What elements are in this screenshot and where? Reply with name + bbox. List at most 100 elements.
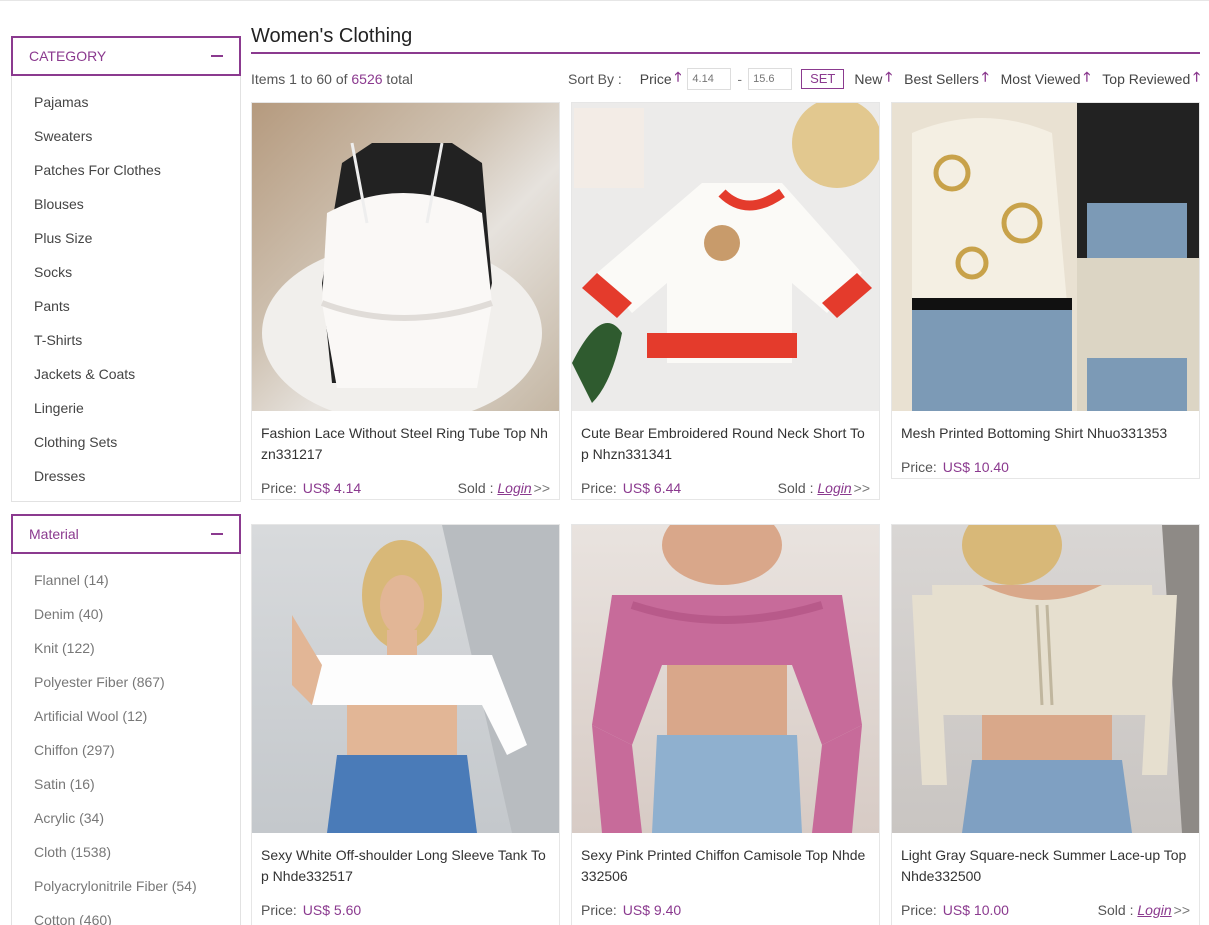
price-label: Price: xyxy=(901,459,937,475)
arrow-up-icon: 🡑 xyxy=(885,69,893,84)
sort-price[interactable]: Price 🡑 xyxy=(640,68,682,90)
main-content: Women's Clothing Items 1 to 60 of 6526 t… xyxy=(251,20,1200,925)
category-item-dresses[interactable]: Dresses xyxy=(12,459,240,493)
product-name[interactable]: Sexy Pink Printed Chiffon Camisole Top N… xyxy=(572,833,879,899)
category-item-clothing-sets[interactable]: Clothing Sets xyxy=(12,425,240,459)
collapse-icon[interactable] xyxy=(211,55,223,57)
product-meta: Price: US$ 5.60 xyxy=(252,899,559,921)
product-price: Price: US$ 4.14 xyxy=(261,480,361,496)
chevron-right-icon: >> xyxy=(853,480,870,496)
category-item-plus-size[interactable]: Plus Size xyxy=(12,221,240,255)
arrow-up-icon: 🡑 xyxy=(1193,69,1200,84)
product-card: Sexy Pink Printed Chiffon Camisole Top N… xyxy=(571,524,880,925)
material-item-polyacrylonitrile-fiber[interactable]: Polyacrylonitrile Fiber (54) xyxy=(12,869,240,903)
product-image[interactable] xyxy=(252,103,559,411)
sort-label: Sort By : xyxy=(568,71,622,87)
sort-best-sellers[interactable]: Best Sellers 🡑 xyxy=(904,68,988,90)
price-set-button[interactable]: SET xyxy=(801,69,845,89)
sort-most-viewed-label: Most Viewed xyxy=(1000,71,1081,87)
product-image[interactable] xyxy=(572,103,879,411)
category-panel-header[interactable]: CATEGORY xyxy=(11,36,241,76)
material-item-knit[interactable]: Knit (122) xyxy=(12,631,240,665)
price-label: Price: xyxy=(901,902,937,918)
material-item-denim[interactable]: Denim (40) xyxy=(12,597,240,631)
sort-top-reviewed-label: Top Reviewed xyxy=(1102,71,1191,87)
product-price: Price: US$ 9.40 xyxy=(581,902,681,918)
product-name[interactable]: Sexy White Off-shoulder Long Sleeve Tank… xyxy=(252,833,559,899)
product-card: Sexy White Off-shoulder Long Sleeve Tank… xyxy=(251,524,560,925)
sold-label: Sold : xyxy=(777,480,814,496)
product-name[interactable]: Light Gray Square-neck Summer Lace-up To… xyxy=(892,833,1199,899)
product-name[interactable]: Fashion Lace Without Steel Ring Tube Top… xyxy=(252,411,559,477)
material-panel-title: Material xyxy=(29,526,79,542)
price-label: Price: xyxy=(261,480,297,496)
product-card: Light Gray Square-neck Summer Lace-up To… xyxy=(891,524,1200,925)
product-price: Price: US$ 10.00 xyxy=(901,902,1009,918)
material-item-artificial-wool[interactable]: Artificial Wool (12) xyxy=(12,699,240,733)
material-item-acrylic[interactable]: Acrylic (34) xyxy=(12,801,240,835)
top-divider xyxy=(0,0,1209,1)
material-item-cotton[interactable]: Cotton (460) xyxy=(12,903,240,925)
product-name[interactable]: Cute Bear Embroidered Round Neck Short T… xyxy=(572,411,879,477)
category-item-jackets-coats[interactable]: Jackets & Coats xyxy=(12,357,240,391)
category-item-pants[interactable]: Pants xyxy=(12,289,240,323)
material-panel: Material Flannel (14) Denim (40) Knit (1… xyxy=(11,514,241,925)
product-image[interactable] xyxy=(892,103,1199,411)
product-name[interactable]: Mesh Printed Bottoming Shirt Nhuo331353 xyxy=(892,411,1199,456)
login-link[interactable]: Login xyxy=(817,480,851,496)
category-item-blouses[interactable]: Blouses xyxy=(12,187,240,221)
login-link[interactable]: Login xyxy=(497,480,531,496)
price-max-input[interactable] xyxy=(748,68,793,90)
category-panel-title: CATEGORY xyxy=(29,48,107,64)
login-link[interactable]: Login xyxy=(1137,902,1171,918)
items-total: 6526 xyxy=(351,71,383,87)
material-item-cloth[interactable]: Cloth (1538) xyxy=(12,835,240,869)
arrow-up-icon: 🡑 xyxy=(674,69,682,84)
sold-info: Sold : Login >> xyxy=(458,480,550,496)
category-item-lingerie[interactable]: Lingerie xyxy=(12,391,240,425)
arrow-up-icon: 🡑 xyxy=(1083,69,1091,84)
items-count-suffix: total xyxy=(382,71,413,87)
price-value: US$ 5.60 xyxy=(302,902,362,918)
chevron-right-icon: >> xyxy=(1173,902,1190,918)
material-list: Flannel (14) Denim (40) Knit (122) Polye… xyxy=(12,553,240,925)
material-item-polyester-fiber[interactable]: Polyester Fiber (867) xyxy=(12,665,240,699)
arrow-up-icon: 🡑 xyxy=(981,69,989,84)
category-item-socks[interactable]: Socks xyxy=(12,255,240,289)
product-card: Cute Bear Embroidered Round Neck Short T… xyxy=(571,102,880,500)
product-price: Price: US$ 5.60 xyxy=(261,902,361,918)
product-meta: Price: US$ 6.44 Sold : Login >> xyxy=(572,477,879,499)
product-meta: Price: US$ 4.14 Sold : Login >> xyxy=(252,477,559,499)
price-range-dash: - xyxy=(737,71,743,87)
sort-most-viewed[interactable]: Most Viewed 🡑 xyxy=(1001,68,1091,90)
category-item-t-shirts[interactable]: T-Shirts xyxy=(12,323,240,357)
material-panel-header[interactable]: Material xyxy=(11,514,241,554)
product-image[interactable] xyxy=(892,525,1199,833)
category-list: Pajamas Sweaters Patches For Clothes Blo… xyxy=(12,75,240,501)
category-item-sweaters[interactable]: Sweaters xyxy=(12,119,240,153)
category-item-pajamas[interactable]: Pajamas xyxy=(12,85,240,119)
price-value: US$ 10.00 xyxy=(942,902,1009,918)
material-item-satin[interactable]: Satin (16) xyxy=(12,767,240,801)
sold-info: Sold : Login >> xyxy=(1098,902,1190,918)
sort-new-label: New xyxy=(854,71,883,87)
sort-price-label: Price xyxy=(639,71,672,87)
material-item-chiffon[interactable]: Chiffon (297) xyxy=(12,733,240,767)
toolbar: Items 1 to 60 of 6526 total Sort By : Pr… xyxy=(251,59,1200,99)
product-meta: Price: US$ 10.00 Sold : Login >> xyxy=(892,899,1199,921)
sort-new[interactable]: New 🡑 xyxy=(854,68,892,90)
sold-label: Sold : xyxy=(457,480,494,496)
material-item-flannel[interactable]: Flannel (14) xyxy=(12,563,240,597)
price-value: US$ 4.14 xyxy=(302,480,362,496)
product-card: Fashion Lace Without Steel Ring Tube Top… xyxy=(251,102,560,500)
page-title: Women's Clothing xyxy=(251,20,1200,54)
category-item-patches[interactable]: Patches For Clothes xyxy=(12,153,240,187)
price-min-input[interactable] xyxy=(687,68,732,90)
sort-bar: Sort By : Price 🡑 - SET New 🡑 Best Selle… xyxy=(568,68,1200,90)
collapse-icon[interactable] xyxy=(211,533,223,535)
sidebar: CATEGORY Pajamas Sweaters Patches For Cl… xyxy=(11,36,241,925)
sort-top-reviewed[interactable]: Top Reviewed 🡑 xyxy=(1102,68,1200,90)
product-image[interactable] xyxy=(252,525,559,833)
product-price: Price: US$ 10.40 xyxy=(901,459,1009,475)
product-image[interactable] xyxy=(572,525,879,833)
